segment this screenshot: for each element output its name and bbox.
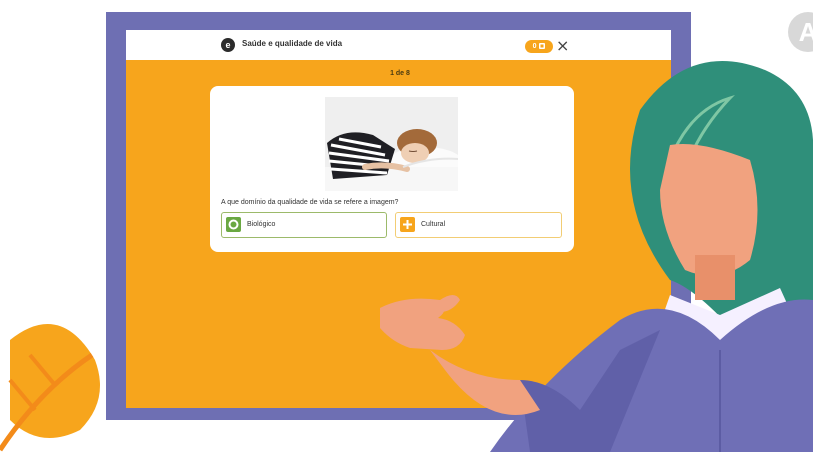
- logo-icon: e: [221, 38, 235, 52]
- presenter-illustration: [380, 61, 813, 452]
- quiz-title: Saúde e qualidade de vida: [242, 39, 343, 48]
- circle-icon: [226, 217, 241, 232]
- answer-label: Biológico: [247, 221, 276, 228]
- accessibility-avatar-button[interactable]: A: [788, 12, 813, 52]
- score-value: 0: [532, 43, 537, 50]
- leaf-illustration: [0, 324, 100, 452]
- answer-option-biologico[interactable]: Biológico: [221, 212, 387, 238]
- coin-icon: [539, 43, 546, 50]
